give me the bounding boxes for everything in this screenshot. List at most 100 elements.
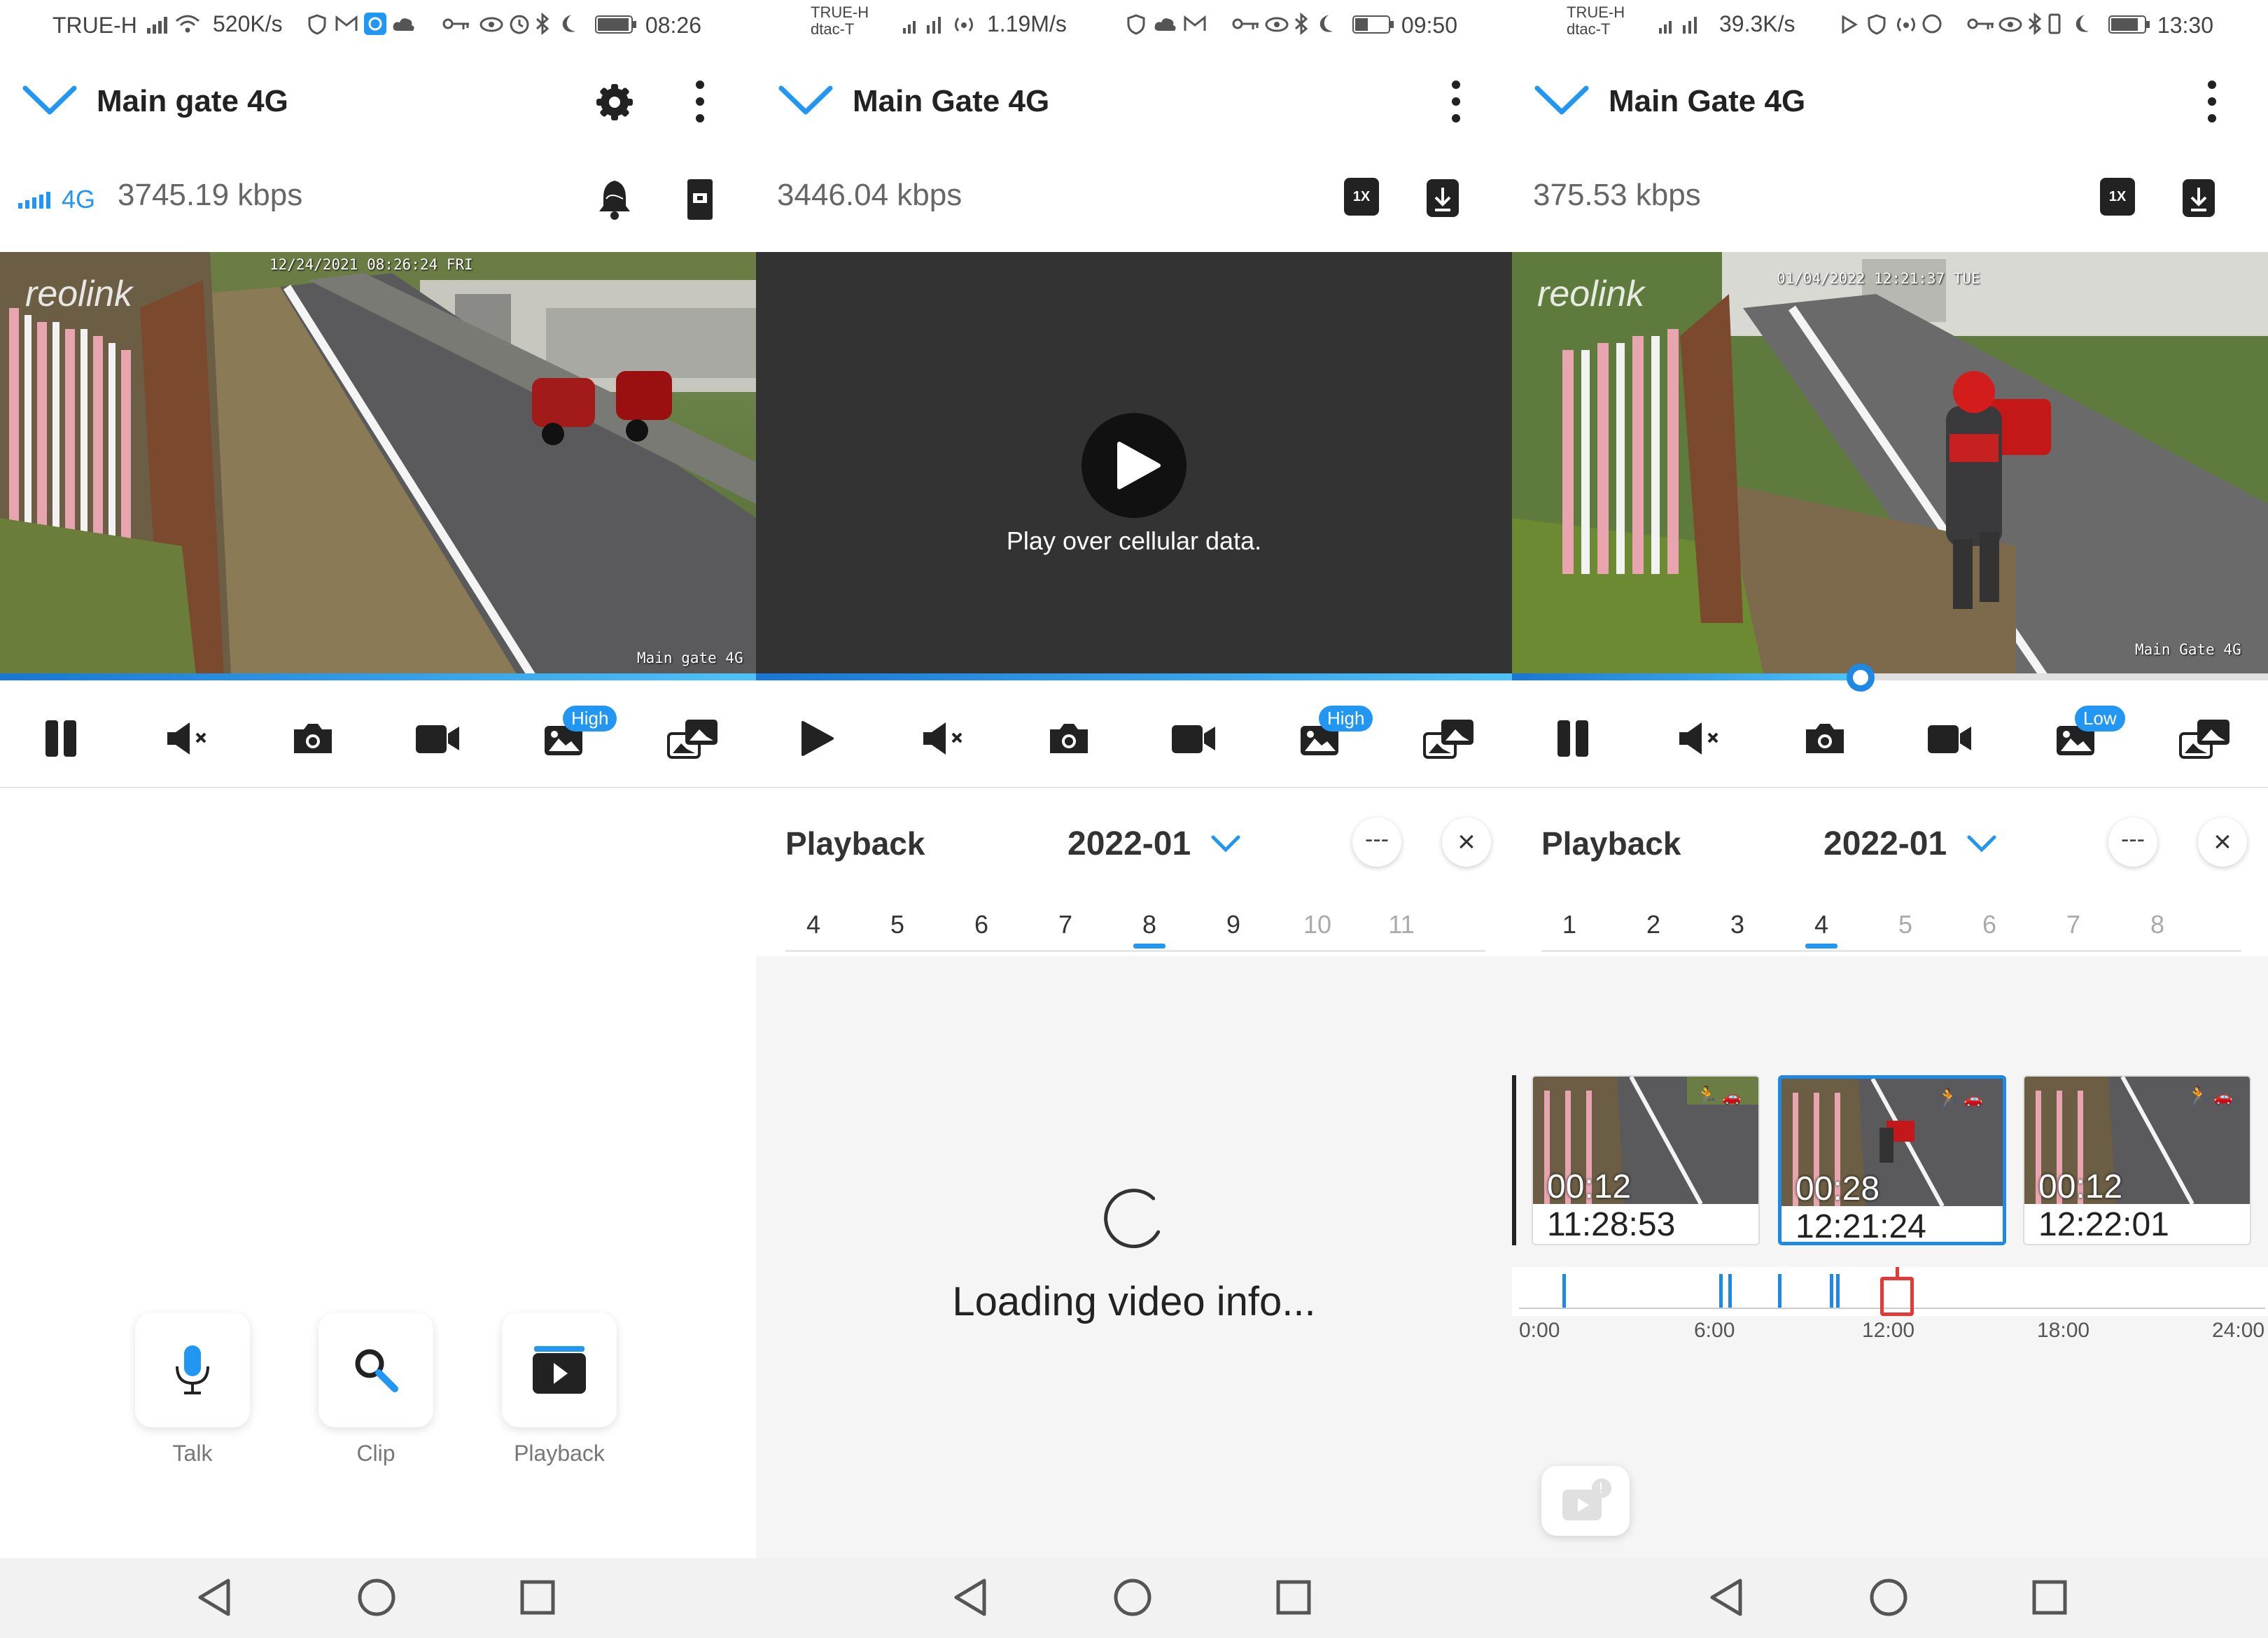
cellular-warning: Play over cellular data. (1006, 526, 1262, 555)
clip-thumbnail[interactable]: 🏃 🚗 00:12 12:22:01 (2023, 1075, 2251, 1245)
multiview-button[interactable] (662, 700, 724, 777)
chevron-down-icon[interactable] (1967, 834, 1996, 853)
playback-screen: TRUE-H dtac-T 39.3K/s 13:30 Main Gate 4G … (1512, 0, 2268, 1638)
playback-title: Playback (785, 825, 925, 862)
battery-icon (1352, 15, 1394, 34)
quality-button[interactable]: Low (2045, 700, 2125, 777)
more-options-icon[interactable] (690, 78, 710, 125)
day-item[interactable]: 6 (953, 910, 1009, 939)
sd-card-icon[interactable] (686, 178, 714, 221)
video-progress-bar[interactable] (1512, 673, 2268, 680)
back-icon[interactable] (196, 1578, 232, 1617)
snapshot-button[interactable] (1037, 700, 1100, 777)
recents-icon[interactable] (1275, 1578, 1312, 1617)
day-item[interactable]: 7 (2045, 910, 2101, 939)
home-icon[interactable] (1113, 1578, 1152, 1617)
signal-icon (147, 17, 167, 34)
clip-button[interactable] (318, 1312, 433, 1427)
playback-video[interactable]: reolink 01/04/2022 12:21:37 TUE Main Gat… (1512, 252, 2268, 676)
timeline-event-marker (1777, 1274, 1782, 1308)
chevron-down-icon[interactable] (22, 83, 77, 116)
playback-speed-button[interactable]: 1X (2100, 178, 2135, 216)
day-item-selected[interactable]: 4 (1793, 910, 1849, 939)
mute-button[interactable] (158, 700, 220, 777)
mute-button[interactable] (913, 700, 976, 777)
gear-icon[interactable] (594, 81, 636, 123)
timeline-cursor[interactable] (1880, 1277, 1914, 1316)
pause-button[interactable] (29, 700, 92, 777)
snapshot-button[interactable] (281, 700, 344, 777)
more-options-icon[interactable] (2202, 78, 2222, 125)
recents-icon[interactable] (2031, 1578, 2068, 1617)
timeline-event-marker (1836, 1274, 1840, 1308)
video-progress-bar[interactable] (756, 673, 1512, 680)
multi-screen-icon (667, 720, 718, 759)
day-item[interactable]: 7 (1037, 910, 1093, 939)
sync-icon (1922, 14, 1942, 34)
day-item[interactable]: 6 (1961, 910, 2017, 939)
live-video[interactable]: reolink 12/24/2021 08:26:24 FRI Main gat… (0, 252, 756, 676)
download-icon[interactable] (2181, 178, 2216, 218)
key-icon (1232, 18, 1259, 29)
record-button[interactable] (1162, 700, 1225, 777)
svg-text:🏃: 🏃 (1695, 1085, 1718, 1107)
seek-handle[interactable] (1847, 664, 1875, 692)
month-selector[interactable]: 2022-01 (1068, 825, 1191, 863)
mute-button[interactable] (1670, 700, 1732, 777)
day-item[interactable]: 3 (1709, 910, 1765, 939)
day-item[interactable]: 5 (1877, 910, 1933, 939)
day-item[interactable]: 11 (1373, 910, 1429, 939)
clip-thumbnail-selected[interactable]: 🏃 🚗 00:28 12:21:24 (1778, 1075, 2006, 1245)
timeline-track[interactable] (1512, 1267, 2268, 1316)
playback-speed-button[interactable]: 1X (1344, 178, 1379, 216)
day-item[interactable]: 5 (869, 910, 925, 939)
day-item[interactable]: 2 (1625, 910, 1681, 939)
multiview-button[interactable] (1418, 700, 1480, 777)
day-item[interactable]: 9 (1205, 910, 1261, 939)
chevron-down-icon[interactable] (778, 83, 833, 116)
day-item[interactable]: 8 (2129, 910, 2185, 939)
playback-video[interactable]: Play over cellular data. (756, 252, 1512, 676)
day-item[interactable]: 4 (785, 910, 841, 939)
month-selector[interactable]: 2022-01 (1823, 825, 1947, 863)
playback-button[interactable] (502, 1312, 617, 1427)
speaker-muted-icon (1679, 722, 1718, 755)
more-filter-button[interactable]: --- (2108, 818, 2157, 867)
playback-content-area (1512, 956, 2268, 1558)
record-button[interactable] (406, 700, 469, 777)
back-icon[interactable] (1708, 1578, 1744, 1617)
hotspot-icon (955, 18, 973, 31)
play-control-button[interactable] (785, 700, 848, 777)
record-button[interactable] (1918, 700, 1981, 777)
close-button[interactable]: × (2198, 818, 2247, 867)
quality-button[interactable]: High (1289, 700, 1373, 777)
play-button[interactable] (1082, 413, 1186, 518)
day-item[interactable]: 10 (1289, 910, 1345, 939)
home-icon[interactable] (357, 1578, 396, 1617)
player-controls: Low (1512, 700, 2268, 777)
more-filter-button[interactable]: --- (1352, 818, 1401, 867)
recents-icon[interactable] (519, 1578, 556, 1617)
talk-button[interactable] (135, 1312, 250, 1427)
day-item[interactable]: 1 (1541, 910, 1597, 939)
home-icon[interactable] (1869, 1578, 1908, 1617)
snapshot-button[interactable] (1793, 700, 1856, 777)
chevron-down-icon[interactable] (1534, 83, 1589, 116)
back-icon[interactable] (952, 1578, 988, 1617)
talk-label: Talk (172, 1441, 213, 1466)
chevron-down-icon[interactable] (1211, 834, 1240, 853)
multiview-button[interactable] (2174, 700, 2236, 777)
quality-button[interactable]: High (533, 700, 617, 777)
day-item-selected[interactable]: 8 (1121, 910, 1177, 939)
alarm-bell-icon[interactable] (596, 178, 633, 221)
clip-thumbnail[interactable]: 🏃 🚗 00:12 11:28:53 (1532, 1075, 1760, 1245)
clip-list-button[interactable]: ! (1541, 1466, 1630, 1536)
video-progress-bar[interactable] (0, 673, 756, 680)
download-icon[interactable] (1425, 178, 1460, 218)
camera-icon (1050, 724, 1088, 753)
close-button[interactable]: × (1442, 818, 1491, 867)
key-icon (442, 18, 469, 29)
pause-button[interactable] (1541, 700, 1604, 777)
video-record-icon (1172, 725, 1215, 753)
more-options-icon[interactable] (1446, 78, 1466, 125)
